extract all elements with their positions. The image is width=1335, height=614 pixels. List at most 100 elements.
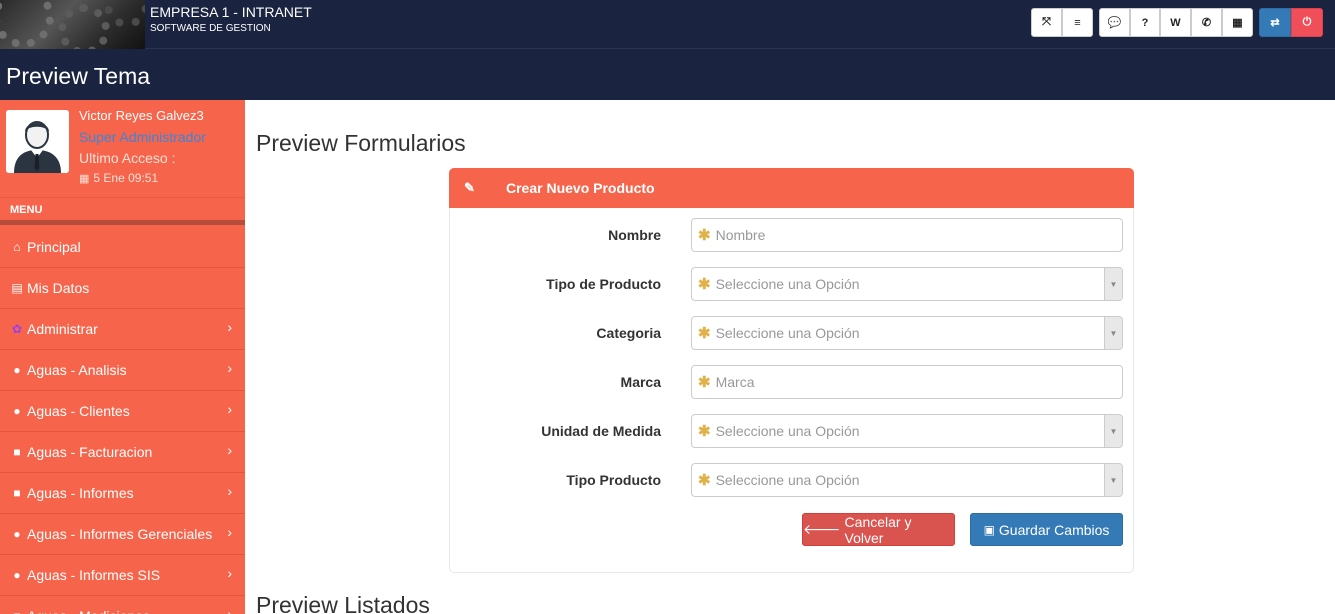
asterisk-icon: ✱ [698, 325, 711, 342]
calendar-button[interactable]: ▦ [1222, 8, 1253, 37]
save-button-label: Guardar Cambios [998, 521, 1110, 538]
menu-header: MENU [0, 197, 245, 220]
asterisk-icon: ✱ [698, 472, 711, 489]
sidebar-item-aguas-clientes[interactable]: ● Aguas - Clientes › [0, 391, 245, 432]
categoria-select[interactable]: ✱ Seleccione una Opción ▼ [691, 316, 1123, 350]
water-drop-icon: ● [13, 363, 21, 377]
chat-icon: 💬 [1107, 17, 1122, 29]
sidebar-item-aguas-analisis[interactable]: ● Aguas - Analisis › [0, 350, 245, 391]
arrow-left-icon: 🡐 [803, 521, 841, 537]
field-placeholder: Marca [715, 374, 755, 390]
field-placeholder: Seleccione una Opción [715, 325, 860, 341]
report-icon: ■ [13, 445, 21, 459]
sidebar-item-mis-datos[interactable]: ▤ Mis Datos [0, 268, 245, 309]
user-name: Victor Reyes Galvez3 [79, 108, 204, 123]
chevron-right-icon: › [227, 442, 232, 458]
field-label: Unidad de Medida [541, 423, 661, 439]
sidebar-item-label: Aguas - Mediciones [27, 608, 150, 614]
document-button[interactable]: W [1160, 8, 1191, 37]
sidebar-item-aguas-informes-sis[interactable]: ● Aguas - Informes SIS › [0, 555, 245, 596]
chevron-right-icon: › [227, 524, 232, 540]
asterisk-icon: ✱ [698, 374, 711, 391]
sidebar: Victor Reyes Galvez3 Super Administrador… [0, 100, 245, 614]
asterisk-icon: ✱ [698, 423, 711, 440]
asterisk-icon: ✱ [698, 227, 711, 244]
fullscreen-button[interactable]: ⤧ [1031, 8, 1062, 37]
phone-button[interactable]: ✆ [1191, 8, 1222, 37]
tipo-de-producto-select[interactable]: ✱ Seleccione una Opción ▼ [691, 267, 1123, 301]
asterisk-icon: ✱ [698, 276, 711, 293]
report-icon: ■ [13, 486, 21, 500]
dropdown-arrow-icon[interactable]: ▼ [1104, 317, 1122, 349]
exchange-icon: ⇄ [1270, 17, 1280, 29]
sidebar-item-aguas-mediciones[interactable]: ■Aguas - Mediciones › [0, 596, 245, 614]
panel-title: Crear Nuevo Producto [506, 180, 655, 196]
sidebar-item-label: Aguas - Informes SIS [27, 567, 161, 583]
id-card-icon: ▤ [11, 281, 23, 295]
sidebar-item-aguas-informes-gerenciales[interactable]: ● Aguas - Informes Gerenciales › [0, 514, 245, 555]
field-label: Marca [620, 374, 661, 390]
power-icon: ⏻ [1302, 16, 1312, 28]
calendar-icon: ▦ [1232, 17, 1243, 29]
sidebar-item-label: Aguas - Analisis [27, 362, 127, 378]
dropdown-arrow-icon[interactable]: ▼ [1104, 415, 1122, 447]
software-subtitle: SOFTWARE DE GESTION [150, 23, 271, 34]
water-drop-icon: ● [13, 527, 21, 541]
sidebar-item-aguas-facturacion[interactable]: ■ Aguas - Facturacion › [0, 432, 245, 473]
last-access-date: ▦ 5 Ene 09:51 [79, 171, 158, 185]
gear-graphic [0, 0, 54, 48]
last-access-label: Ultimo Acceso : [79, 150, 176, 166]
field-label: Categoria [596, 325, 661, 341]
chevron-right-icon: › [227, 319, 232, 335]
last-access-date-text: 5 Ene 09:51 [93, 171, 159, 185]
hamburger-icon: ≡ [1074, 16, 1081, 29]
field-label: Nombre [608, 227, 661, 243]
expand-icon: ⤧ [1042, 16, 1051, 28]
sidebar-item-administrar[interactable]: ✿ Administrar › [0, 309, 245, 350]
company-logo [0, 0, 145, 49]
edit-icon: ✎ [464, 180, 475, 195]
chevron-right-icon: › [227, 360, 232, 376]
question-icon: ? [1141, 16, 1149, 29]
panel-header: ✎ Crear Nuevo Producto [449, 168, 1134, 208]
cancel-button[interactable]: 🡐 Cancelar y Volver [802, 513, 955, 546]
menu-toggle-button[interactable]: ≡ [1062, 8, 1093, 37]
avatar [6, 110, 69, 173]
field-placeholder: Seleccione una Opción [715, 423, 860, 439]
sidebar-item-label: Mis Datos [27, 280, 90, 296]
water-drop-icon: ● [13, 404, 21, 418]
switch-button[interactable]: ⇄ [1259, 8, 1291, 37]
sidebar-item-label: Aguas - Informes [27, 485, 134, 501]
user-role: Super Administrador [79, 129, 206, 145]
dropdown-arrow-icon[interactable]: ▼ [1104, 268, 1122, 300]
menu-divider [0, 220, 245, 225]
cancel-button-label: Cancelar y Volver [844, 513, 912, 546]
chevron-right-icon: › [227, 483, 232, 499]
dropdown-arrow-icon[interactable]: ▼ [1104, 464, 1122, 496]
unidad-de-medida-select[interactable]: ✱ Seleccione una Opción ▼ [691, 414, 1123, 448]
page-title: Preview Tema [6, 63, 151, 89]
sidebar-item-principal[interactable]: ⌂ Principal [0, 227, 245, 268]
logout-button[interactable]: ⏻ [1291, 8, 1323, 37]
messages-button[interactable]: 💬 [1099, 8, 1130, 37]
chevron-right-icon: › [227, 565, 232, 581]
gear-graphic [104, 0, 145, 28]
lists-heading: Preview Listados [256, 592, 430, 614]
marca-input[interactable]: ✱ Marca [691, 365, 1123, 399]
sidebar-item-label: Principal [27, 239, 81, 255]
gear-graphic [58, 4, 110, 49]
tipo-producto-select[interactable]: ✱ Seleccione una Opción ▼ [691, 463, 1123, 497]
page-title-bar [0, 49, 1335, 100]
floppy-disk-icon: ▣ [983, 522, 995, 537]
sidebar-item-label: Administrar [27, 321, 98, 337]
word-doc-icon: W [1170, 16, 1181, 29]
save-button[interactable]: ▣ Guardar Cambios [970, 513, 1123, 546]
user-avatar-icon [6, 110, 69, 173]
sidebar-item-label: Aguas - Facturacion [27, 444, 153, 460]
home-icon: ⌂ [13, 240, 21, 254]
help-button[interactable]: ? [1130, 8, 1160, 37]
sidebar-item-aguas-informes[interactable]: ■ Aguas - Informes › [0, 473, 245, 514]
nombre-input[interactable]: ✱ Nombre [691, 218, 1123, 252]
sidebar-item-label: Aguas - Clientes [27, 403, 130, 419]
report-icon: ■ [9, 609, 25, 614]
